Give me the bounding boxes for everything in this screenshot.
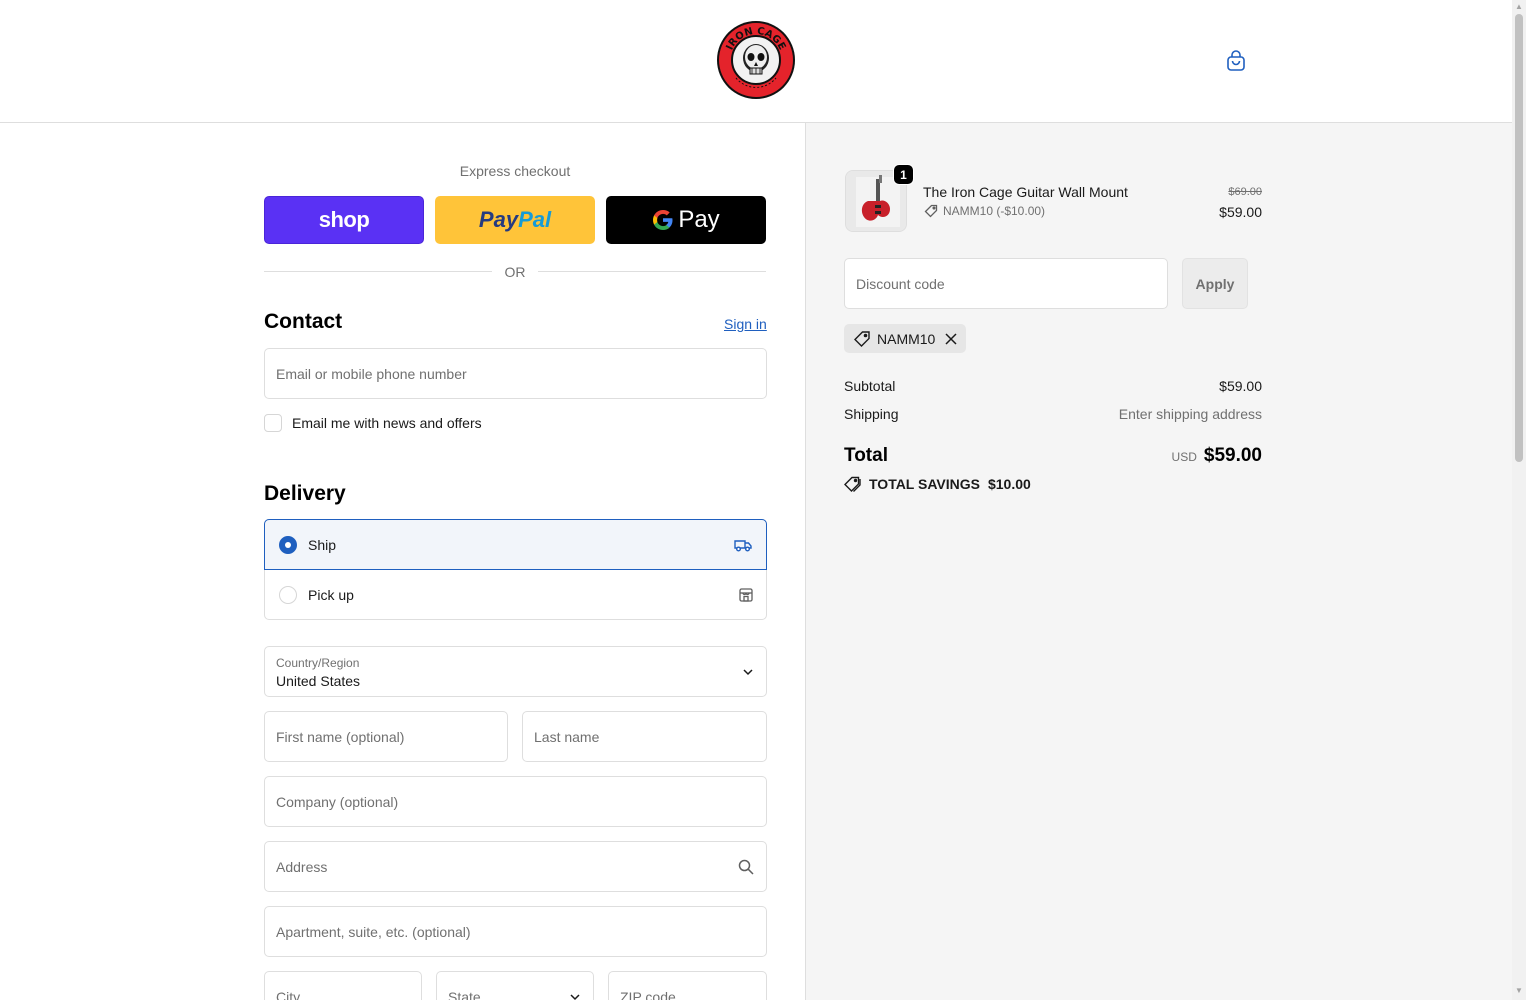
total-amount: $59.00 [1203, 445, 1262, 466]
apply-button[interactable]: Apply [1182, 258, 1248, 309]
paypal-label-part2: Pal [518, 207, 552, 232]
or-text: OR [504, 264, 526, 280]
google-pay-button[interactable]: Pay [606, 196, 766, 244]
shipping-label: Shipping [844, 406, 899, 422]
applied-discount-code: NAMM10 [877, 330, 936, 347]
last-name-placeholder: Last name [534, 728, 600, 745]
first-name-placeholder: First name (optional) [276, 728, 405, 745]
news-checkbox-label: Email me with news and offers [292, 415, 482, 431]
google-g-icon [652, 209, 674, 231]
city-field[interactable]: City [264, 971, 422, 1000]
applied-discount-chip: NAMM10 [844, 324, 967, 353]
total-currency: USD [1171, 450, 1197, 464]
apartment-field[interactable]: Apartment, suite, etc. (optional) [264, 906, 767, 957]
close-icon [945, 332, 957, 345]
search-icon [738, 859, 754, 875]
total-value: USD $59.00 [1172, 445, 1262, 467]
store-icon [738, 587, 754, 603]
pickup-label: Pick up [308, 587, 354, 603]
delivery-option-pickup[interactable]: Pick up [265, 570, 768, 620]
state-select[interactable]: State [436, 971, 594, 1000]
delivery-method-group: Ship Pick up [264, 519, 767, 620]
store-logo[interactable]: IRON CAGE [716, 20, 796, 100]
company-field[interactable]: Company (optional) [264, 776, 767, 827]
contact-title: Contact [264, 310, 343, 333]
country-select[interactable]: Country/Region United States [264, 646, 767, 697]
ship-label: Ship [308, 536, 337, 553]
country-select-value: United States [276, 673, 361, 689]
address-field[interactable]: Address [264, 841, 767, 892]
tags-icon [844, 476, 861, 492]
discount-code-placeholder: Discount code [856, 275, 945, 292]
zip-field[interactable]: ZIP code [608, 971, 767, 1000]
email-field[interactable]: Email or mobile phone number [264, 348, 767, 399]
shopping-bag-icon [1226, 50, 1246, 72]
chevron-down-icon [742, 668, 754, 676]
delivery-title: Delivery [264, 482, 346, 505]
paypal-label-part1: Pay [478, 207, 519, 232]
scrollbar[interactable]: ▲ ▼ [1512, 0, 1526, 1000]
scroll-thumb[interactable] [1515, 14, 1523, 462]
express-checkout-title: Express checkout [459, 163, 571, 179]
header: IRON CAGE [0, 0, 1512, 123]
email-placeholder: Email or mobile phone number [276, 365, 467, 382]
product-discount: NAMM10 (-$10.00) [924, 204, 1045, 218]
sign-in-link[interactable]: Sign in [724, 316, 767, 332]
last-name-field[interactable]: Last name [522, 711, 767, 762]
original-price: $69.00 [1228, 186, 1262, 198]
truck-icon [734, 538, 752, 552]
ship-radio[interactable] [279, 535, 297, 554]
remove-discount-button[interactable] [945, 332, 957, 345]
tag-icon [853, 330, 871, 348]
total-label: Total [844, 445, 888, 466]
or-divider: OR [264, 262, 766, 282]
product-discount-text: NAMM10 (-$10.00) [943, 204, 1046, 218]
scroll-down-arrow[interactable]: ▼ [1514, 986, 1524, 996]
order-summary-panel [805, 123, 1512, 1000]
google-pay-label: Pay [678, 206, 720, 233]
scroll-up-arrow[interactable]: ▲ [1514, 2, 1524, 12]
discount-code-field[interactable]: Discount code [844, 258, 1168, 309]
shop-pay-button[interactable]: shop [264, 196, 424, 244]
apartment-placeholder: Apartment, suite, etc. (optional) [276, 923, 471, 940]
total-savings: TOTAL SAVINGS $10.00 [844, 476, 1031, 492]
state-placeholder: State [448, 988, 481, 1000]
product-name: The Iron Cage Guitar Wall Mount [923, 184, 1128, 200]
address-placeholder: Address [276, 858, 328, 875]
subtotal-label: Subtotal [844, 378, 896, 394]
news-checkbox[interactable] [264, 414, 282, 432]
cart-button[interactable] [1224, 49, 1248, 73]
zip-placeholder: ZIP code [620, 988, 676, 1000]
delivery-option-ship[interactable]: Ship [264, 519, 767, 570]
total-savings-label: TOTAL SAVINGS [869, 476, 980, 492]
city-placeholder: City [276, 988, 301, 1000]
shop-pay-label: shop [318, 207, 370, 232]
final-price: $59.00 [1219, 204, 1262, 220]
total-savings-value: $10.00 [987, 476, 1031, 492]
tag-icon [924, 204, 938, 218]
paypal-button[interactable]: Pay Pal [435, 196, 595, 244]
subtotal-value: $59.00 [1219, 378, 1262, 394]
first-name-field[interactable]: First name (optional) [264, 711, 508, 762]
chevron-down-icon [569, 993, 581, 1000]
shipping-value: Enter shipping address [1118, 406, 1262, 422]
country-select-label: Country/Region [276, 656, 360, 670]
company-placeholder: Company (optional) [276, 793, 399, 810]
pickup-radio[interactable] [279, 586, 297, 604]
quantity-badge: 1 [893, 164, 914, 185]
